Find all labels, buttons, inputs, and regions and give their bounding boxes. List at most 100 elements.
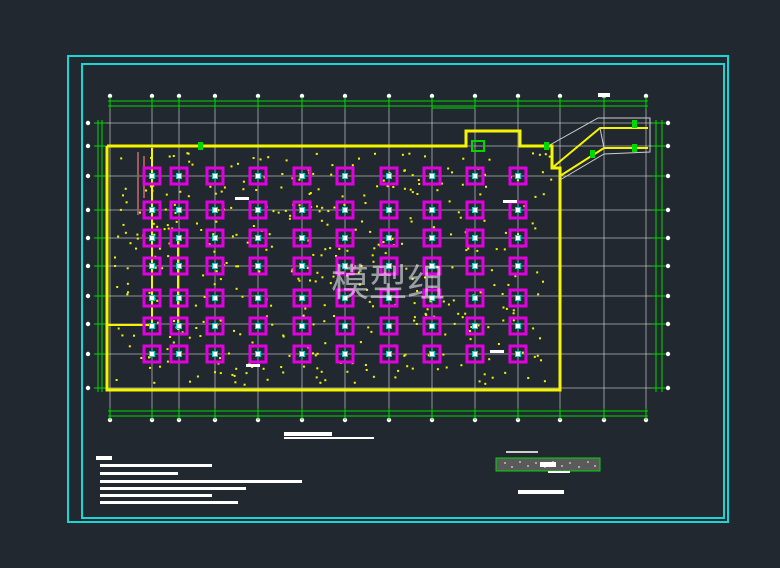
dot <box>536 354 539 357</box>
dot <box>413 319 416 322</box>
column-core <box>386 351 392 357</box>
dot <box>324 342 327 345</box>
column-core <box>176 173 182 179</box>
column-core <box>212 351 218 357</box>
column-core <box>299 235 305 241</box>
axis-bubble-right <box>665 293 671 299</box>
dot <box>451 171 453 174</box>
dot <box>364 202 367 204</box>
dot <box>457 312 460 315</box>
dot <box>265 248 268 251</box>
dot <box>341 195 344 198</box>
dot <box>308 193 311 195</box>
dot <box>163 228 166 231</box>
dot <box>133 334 135 337</box>
dot <box>156 299 159 302</box>
dot <box>358 157 360 160</box>
column-core <box>515 235 521 241</box>
dot <box>191 163 194 166</box>
column-core <box>342 351 348 357</box>
dot <box>364 364 367 366</box>
dot <box>495 248 498 251</box>
dot <box>432 226 435 229</box>
dot <box>241 295 244 298</box>
dot <box>424 312 427 315</box>
dot <box>326 223 329 226</box>
column-core <box>255 295 261 301</box>
dot <box>175 220 178 223</box>
column-core <box>255 263 261 269</box>
axis-bubble-left <box>85 235 91 241</box>
dot <box>285 159 288 162</box>
dot <box>372 375 375 378</box>
column-core <box>255 207 261 213</box>
column-core <box>472 173 478 179</box>
dot <box>151 189 154 192</box>
column-core <box>472 235 478 241</box>
dot <box>316 205 318 208</box>
dot <box>361 220 363 223</box>
dot <box>411 191 414 194</box>
dot <box>234 381 237 384</box>
dot <box>153 381 156 384</box>
dot <box>129 242 132 245</box>
dot <box>114 256 116 259</box>
dot <box>321 276 324 279</box>
dot <box>548 155 551 158</box>
dot <box>488 158 491 161</box>
dot <box>128 345 131 348</box>
axis-bubble-left <box>85 143 91 149</box>
dot <box>298 204 301 207</box>
dot <box>272 210 275 213</box>
dot <box>270 245 273 248</box>
dot <box>476 249 479 252</box>
dot <box>235 233 238 236</box>
dot <box>403 187 406 190</box>
dot <box>252 157 255 159</box>
dot <box>501 293 504 295</box>
dot <box>418 183 421 185</box>
dot <box>469 338 472 341</box>
dot <box>451 266 454 269</box>
dot <box>159 365 161 368</box>
dot <box>214 371 216 374</box>
dot <box>126 293 129 296</box>
dot <box>158 247 161 250</box>
dot <box>382 241 385 244</box>
dimension-text <box>598 93 610 97</box>
column-core <box>176 263 182 269</box>
dot <box>367 326 370 329</box>
column-core <box>515 351 521 357</box>
column-core <box>176 351 182 357</box>
dot <box>320 219 323 222</box>
axis-bubble-right <box>665 385 671 391</box>
dot <box>165 193 168 196</box>
column-core <box>255 235 261 241</box>
column-core <box>255 351 261 357</box>
dot <box>314 280 317 283</box>
axis-bubble-right <box>665 235 671 241</box>
column-core <box>149 351 155 357</box>
column-core <box>212 173 218 179</box>
axis-bubble-right <box>665 143 671 149</box>
dot <box>534 195 537 198</box>
dot <box>242 180 245 183</box>
column-core <box>386 235 392 241</box>
column-core <box>149 323 155 329</box>
dot <box>270 304 273 307</box>
dot <box>215 270 218 273</box>
column-core <box>176 323 182 329</box>
dot <box>169 336 171 338</box>
dot <box>531 222 534 225</box>
dot <box>330 173 333 176</box>
dot <box>538 153 541 156</box>
dot <box>507 283 510 286</box>
dot <box>314 354 317 357</box>
dot <box>370 330 373 333</box>
dot <box>540 359 542 362</box>
dot <box>343 203 346 206</box>
dot <box>167 227 170 230</box>
dot <box>517 233 519 236</box>
dot <box>403 169 406 172</box>
dot <box>413 316 416 319</box>
